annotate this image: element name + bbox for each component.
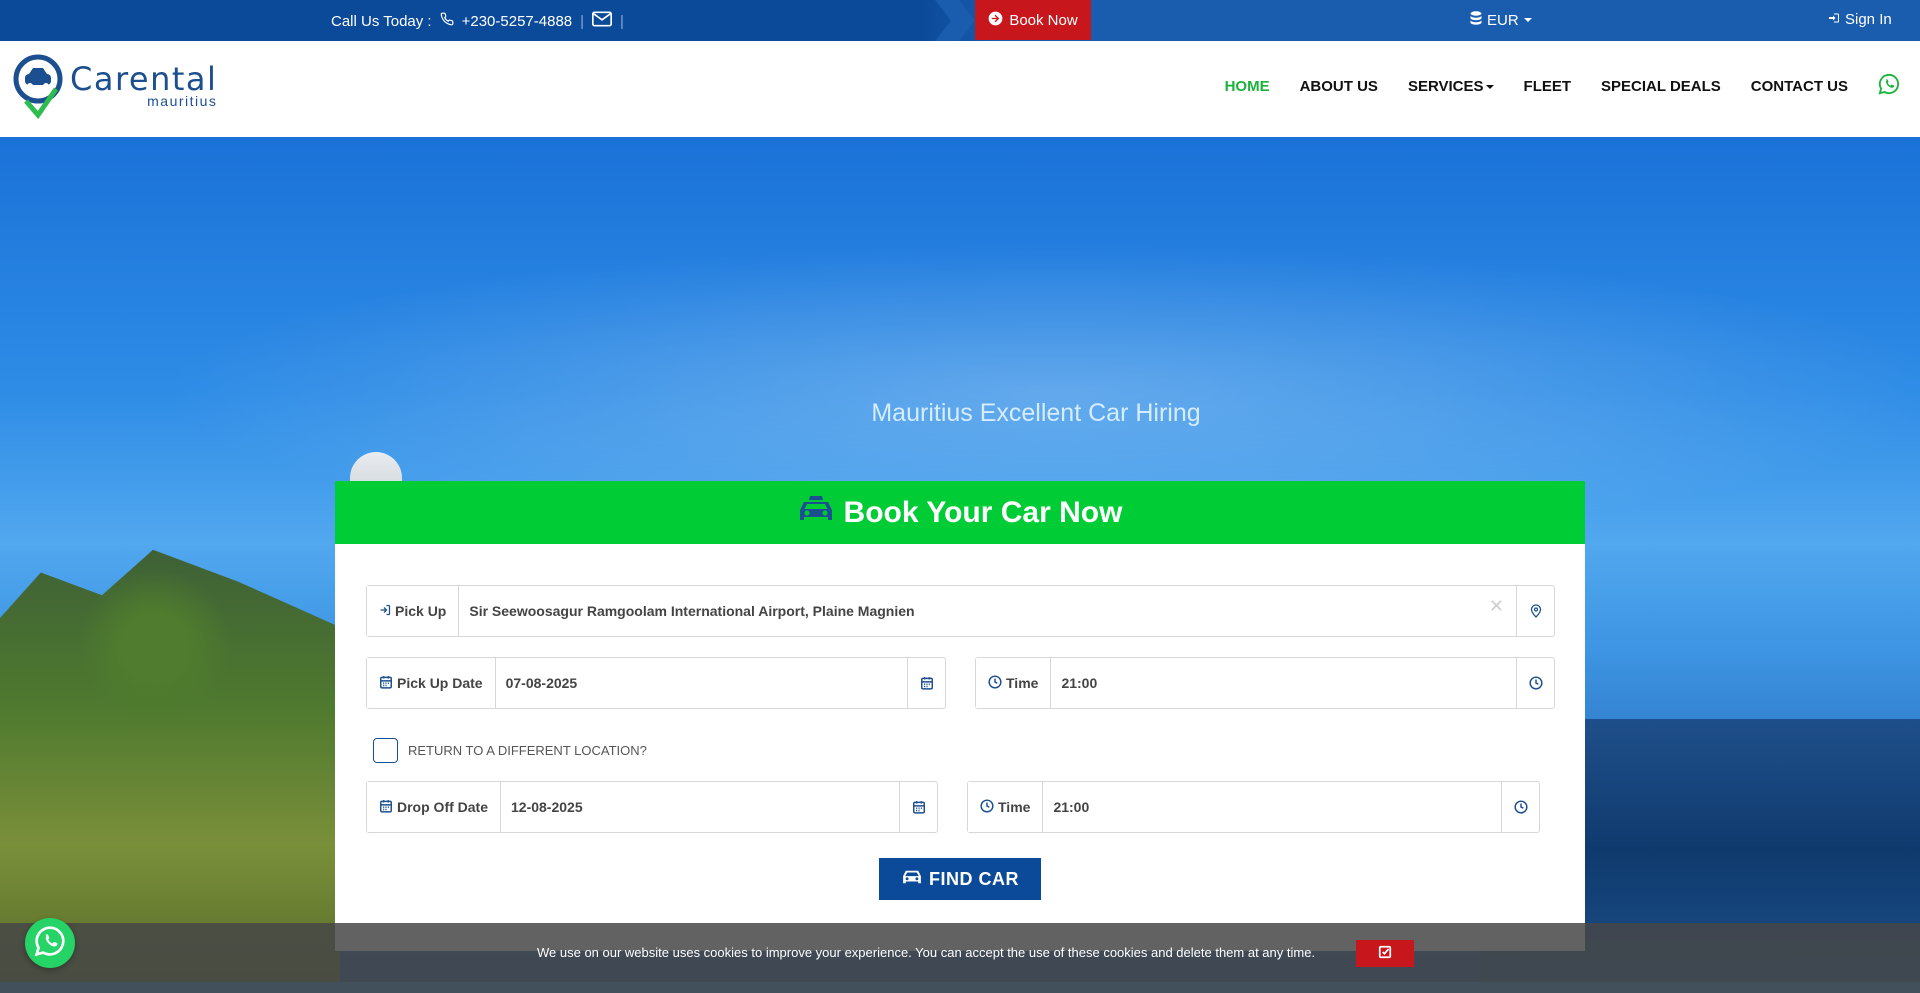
booking-header: Book Your Car Now [335, 481, 1585, 544]
booking-form: Book Your Car Now Pick Up Sir Seewoosagu… [335, 481, 1585, 951]
dropoff-clock-button[interactable] [1501, 782, 1539, 832]
clock-icon [988, 674, 1002, 692]
pickup-time-field: Time 21:00 [975, 657, 1555, 709]
nav-special-deals[interactable]: SPECIAL DEALS [1601, 78, 1721, 95]
calendar-icon [379, 675, 393, 692]
footer-strip [0, 982, 1920, 993]
pickup-input[interactable]: Sir Seewoosagur Ramgoolam International … [459, 586, 1516, 636]
pickup-label: Pick Up [395, 603, 447, 619]
find-car-label: FIND CAR [929, 868, 1019, 889]
nav-services-label: SERVICES [1407, 77, 1484, 95]
pickup-date-value: 07-08-2025 [505, 675, 578, 691]
site-header: Carental mauritius HOME ABOUT US SERVICE… [0, 41, 1920, 137]
return-checkbox[interactable] [373, 738, 398, 763]
logo[interactable]: Carental mauritius [12, 53, 218, 120]
logo-sub: mauritius [147, 93, 218, 109]
phone-link[interactable]: +230-5257-4888 [462, 13, 573, 30]
phone-icon [440, 12, 454, 30]
pickup-time-input[interactable]: 21:00 [1051, 658, 1516, 708]
pickup-time-label: Time [1006, 675, 1039, 691]
database-icon [1470, 11, 1482, 29]
pickup-date-field: Pick Up Date 07-08-2025 [366, 657, 946, 709]
dropoff-calendar-button[interactable] [899, 782, 937, 832]
nav-fleet[interactable]: FLEET [1524, 78, 1572, 95]
pickup-date-label-box: Pick Up Date [367, 658, 496, 708]
pickup-time-label-box: Time [976, 658, 1052, 708]
call-label: Call Us Today : [331, 12, 432, 30]
pickup-date-label: Pick Up Date [397, 675, 483, 691]
dropoff-time-input[interactable]: 21:00 [1043, 782, 1501, 832]
pickup-date-input[interactable]: 07-08-2025 [496, 658, 907, 708]
cookie-text: We use on our website uses cookies to im… [537, 945, 1316, 960]
hero-title: Mauritius Excellent Car Hiring [871, 399, 1201, 427]
nav-about-us[interactable]: ABOUT US [1300, 78, 1378, 95]
top-bar-divider [935, 0, 975, 41]
hero-palm-tree [80, 567, 230, 727]
clear-icon[interactable]: ✕ [1489, 596, 1504, 617]
dropoff-time-field: Time 21:00 [967, 781, 1540, 833]
car-icon [901, 869, 923, 890]
clock-icon [980, 798, 994, 816]
whatsapp-icon [34, 925, 66, 962]
booking-heading: Book Your Car Now [843, 495, 1123, 529]
currency-dropdown[interactable]: EUR [1470, 11, 1532, 29]
dropoff-time-label: Time [998, 799, 1031, 815]
whatsapp-float-button[interactable] [25, 918, 75, 968]
email-icon[interactable] [592, 11, 613, 31]
dropoff-date-input[interactable]: 12-08-2025 [501, 782, 899, 832]
logo-pin-icon [12, 53, 68, 120]
arrow-circle-icon [988, 11, 1003, 30]
dropoff-date-label-box: Drop Off Date [367, 782, 501, 832]
contact-info: Call Us Today : +230-5257-4888 | | [331, 11, 624, 31]
divider: | [580, 12, 585, 30]
taxi-icon [798, 494, 834, 532]
top-bar: Call Us Today : +230-5257-4888 | | Book … [0, 0, 1920, 41]
logo-name: Carental [70, 60, 218, 98]
pickup-clock-button[interactable] [1516, 658, 1554, 708]
caret-down-icon [1485, 84, 1494, 89]
sign-in-link[interactable]: Sign In [1828, 11, 1892, 28]
check-square-icon [1378, 945, 1392, 962]
pickup-calendar-button[interactable] [907, 658, 945, 708]
calendar-icon [379, 799, 393, 816]
dropoff-date-value: 12-08-2025 [511, 799, 583, 815]
sign-in-icon [1828, 11, 1840, 28]
return-label: RETURN TO A DIFFERENT LOCATION? [408, 743, 647, 758]
sign-in-icon [379, 603, 391, 620]
chevron-down-icon [1523, 18, 1532, 22]
book-now-label: Book Now [1009, 11, 1078, 29]
nav-contact-us[interactable]: CONTACT US [1751, 78, 1848, 95]
pickup-value: Sir Seewoosagur Ramgoolam International … [469, 603, 915, 619]
return-different-location: RETURN TO A DIFFERENT LOCATION? [373, 738, 647, 763]
cookie-bar: We use on our website uses cookies to im… [0, 923, 1920, 982]
dropoff-date-label: Drop Off Date [397, 799, 488, 815]
dropoff-time-value: 21:00 [1053, 799, 1090, 815]
pickup-time-value: 21:00 [1061, 675, 1098, 691]
main-nav: HOME ABOUT US SERVICES FLEET SPECIAL DEA… [1225, 73, 1900, 99]
find-car-button[interactable]: FIND CAR [879, 858, 1041, 900]
pickup-label-box: Pick Up [367, 586, 460, 636]
sign-in-label: Sign In [1845, 11, 1892, 28]
map-marker-button[interactable] [1516, 586, 1554, 636]
pickup-location-field: Pick Up Sir Seewoosagur Ramgoolam Intern… [366, 585, 1555, 637]
whatsapp-icon[interactable] [1878, 73, 1900, 99]
dropoff-time-label-box: Time [968, 782, 1044, 832]
dropoff-date-field: Drop Off Date 12-08-2025 [366, 781, 938, 833]
book-now-button[interactable]: Book Now [975, 0, 1091, 40]
cookie-accept-button[interactable] [1356, 940, 1414, 967]
nav-home[interactable]: HOME [1225, 78, 1270, 95]
currency-label: EUR [1487, 11, 1519, 29]
divider: | [620, 12, 624, 30]
nav-services[interactable]: SERVICES [1408, 78, 1494, 95]
